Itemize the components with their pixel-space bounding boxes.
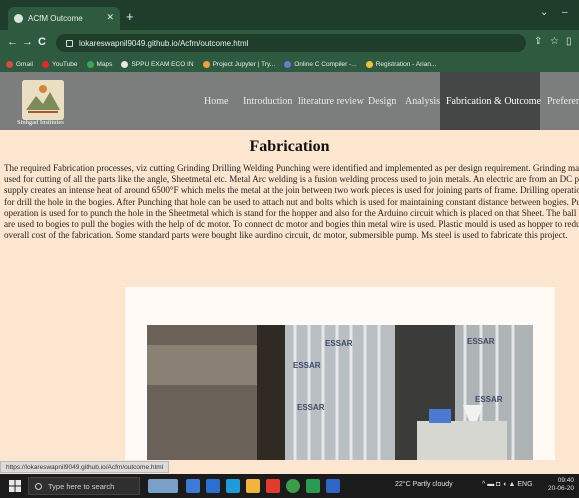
bookmark-compiler[interactable]: Online C Compiler -... xyxy=(284,60,357,68)
fabrication-paragraph: The required Fabrication processes, viz … xyxy=(4,163,579,241)
url-bar[interactable]: lokareswapnil9049.github.io/Acfm/outcome… xyxy=(56,34,526,52)
bookmarks-bar: Gmail YouTube Maps SPPU EXAM ECO IN Proj… xyxy=(0,56,579,72)
bookmark-registration[interactable]: Registration - Arian... xyxy=(365,60,437,68)
paragraph-line: The required Fabrication processes, viz … xyxy=(4,163,579,173)
windows-start-icon[interactable] xyxy=(9,480,21,492)
maps-icon xyxy=(86,60,94,68)
share-icon[interactable]: ⇪ xyxy=(534,36,542,47)
taskbar-app-weather-widget[interactable] xyxy=(148,479,178,493)
photo-card: ESSAR ESSAR ESSAR ESSAR ESSAR xyxy=(125,287,555,460)
essar-label: ESSAR xyxy=(467,337,495,346)
bookmark-label: SPPU EXAM ECO IN xyxy=(131,60,194,68)
site-favicon-icon xyxy=(14,14,23,23)
chrome-icon[interactable] xyxy=(286,479,300,493)
paragraph-line: supply creates an intense heat of around… xyxy=(4,185,579,196)
fabrication-photo: ESSAR ESSAR ESSAR ESSAR ESSAR xyxy=(147,325,533,460)
paragraph-line: operation is used for to punch the hole … xyxy=(4,207,579,218)
reload-icon[interactable]: C xyxy=(38,36,46,48)
globe-icon xyxy=(121,60,129,68)
compiler-icon xyxy=(284,60,292,68)
page-title: Fabrication xyxy=(249,138,330,155)
essar-label: ESSAR xyxy=(475,395,503,404)
paragraph-line: overall cost of the fabrication. Some st… xyxy=(4,230,568,241)
forward-arrow-icon[interactable]: → xyxy=(22,36,33,48)
youtube-icon xyxy=(41,60,49,68)
logo-caption: Sinhgad Institutes xyxy=(17,119,64,126)
nav-analysis[interactable]: Analysis xyxy=(399,72,446,130)
sinhgad-logo[interactable] xyxy=(22,80,64,120)
whatsapp-icon[interactable] xyxy=(306,479,320,493)
nav-design[interactable]: Design xyxy=(362,72,402,130)
bookmark-gmail[interactable]: Gmail xyxy=(6,60,33,68)
tab-search-icon[interactable]: ⌄ xyxy=(540,7,548,18)
bookmark-sppu[interactable]: SPPU EXAM ECO IN xyxy=(121,60,194,68)
address-toolbar: ← → C lokareswapnil9049.github.io/Acfm/o… xyxy=(0,30,579,56)
close-tab-icon[interactable]: ✕ xyxy=(106,12,114,23)
word-icon[interactable] xyxy=(326,479,340,493)
folder-icon[interactable] xyxy=(246,479,260,493)
paragraph-line: are used to bogies to pull the bogies wi… xyxy=(4,219,579,230)
taskbar-search[interactable]: Type here to search xyxy=(28,477,140,495)
search-icon xyxy=(35,482,42,490)
bookmark-label: Project Jupyter | Try... xyxy=(212,60,276,68)
status-url-tooltip: https://lokareswapnil9049.github.io/Acfm… xyxy=(0,461,170,473)
nav-fabrication-outcome[interactable]: Fabrication & Outcome xyxy=(440,72,541,130)
bookmark-label: Maps xyxy=(96,60,113,68)
lock-icon xyxy=(66,39,73,47)
weather-status[interactable]: 22°C Partly cloudy xyxy=(395,481,453,488)
bookmark-youtube[interactable]: YouTube xyxy=(41,60,78,68)
new-tab-button[interactable]: + xyxy=(126,9,134,24)
clock-time: 09:40 xyxy=(557,477,575,484)
gmail-icon xyxy=(6,60,13,68)
bookmark-jupyter[interactable]: Project Jupyter | Try... xyxy=(202,60,276,68)
url-text: lokareswapnil9049.github.io/Acfm/outcome… xyxy=(79,38,249,48)
essar-label: ESSAR xyxy=(293,361,321,370)
office-icon[interactable] xyxy=(266,479,280,493)
bookmark-label: YouTube xyxy=(51,60,78,68)
windows-taskbar: Type here to search 22°C Partly cloudy ^… xyxy=(0,474,579,498)
nav-home[interactable]: Home xyxy=(198,72,234,130)
minimize-icon[interactable]: – xyxy=(562,7,568,18)
essar-label: ESSAR xyxy=(325,339,353,348)
tab-acfm-outcome[interactable]: ACfM Outcome ✕ xyxy=(8,7,120,30)
bookmark-label: Gmail xyxy=(16,60,33,68)
nav-preference[interactable]: Preference xyxy=(541,72,579,130)
bookmark-label: Registration - Arian... xyxy=(375,60,437,68)
clock-date: 20-06-20 xyxy=(548,485,575,492)
bookmark-star-icon[interactable]: ☆ xyxy=(550,36,559,47)
bookmark-maps[interactable]: Maps xyxy=(86,60,113,68)
nav-literature-review[interactable]: literature review xyxy=(292,72,370,130)
search-placeholder: Type here to search xyxy=(48,481,115,491)
back-arrow-icon[interactable]: ← xyxy=(7,36,18,48)
essar-label: ESSAR xyxy=(297,403,325,412)
task-view-icon[interactable] xyxy=(186,479,200,493)
paragraph-line: used for cutting of all the parts like t… xyxy=(4,174,579,185)
tab-title: ACfM Outcome xyxy=(28,14,83,23)
jupyter-icon xyxy=(202,60,210,68)
file-explorer-icon[interactable] xyxy=(206,479,220,493)
sidepanel-icon[interactable]: ▯ xyxy=(566,36,572,47)
main-content: Fabrication The required Fabrication pro… xyxy=(0,130,579,460)
taskbar-clock[interactable]: 09:40 20-06-20 xyxy=(548,477,574,493)
browser-tab-bar: ACfM Outcome ✕ + ⌄ – xyxy=(0,0,579,30)
registration-icon xyxy=(365,60,373,68)
paragraph-line: for drill the hole in the bogies. After … xyxy=(4,196,579,207)
nav-introduction[interactable]: Introduction xyxy=(237,72,298,130)
edge-icon[interactable] xyxy=(226,479,240,493)
system-tray-icons[interactable]: ^ ▬ ◘ ◖ ▲ ENG xyxy=(482,481,533,488)
site-navbar: Sinhgad Institutes Home Introduction lit… xyxy=(0,72,579,130)
bookmark-label: Online C Compiler -... xyxy=(294,60,357,68)
